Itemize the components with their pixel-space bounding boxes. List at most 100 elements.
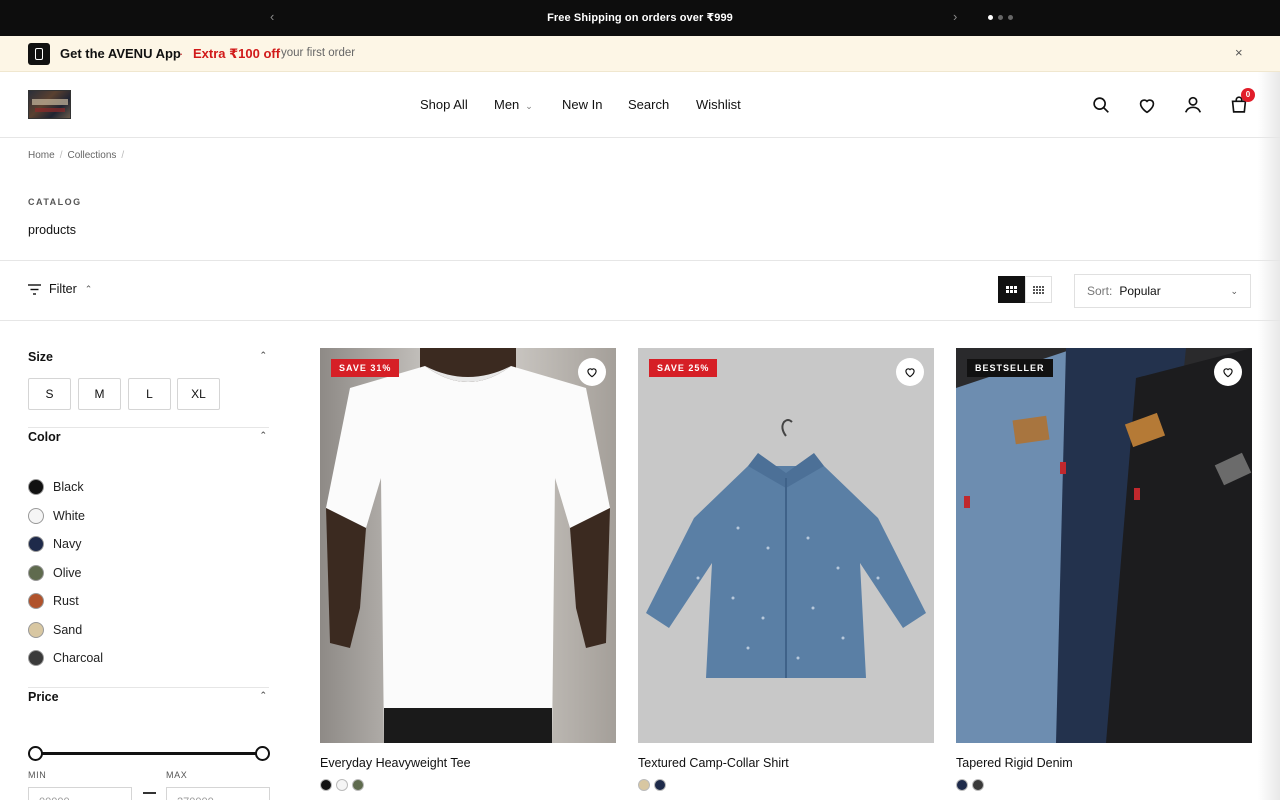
color-swatch	[28, 593, 44, 609]
price-max-handle[interactable]	[255, 746, 270, 761]
price-max-label: MAX	[166, 770, 188, 780]
grid-view-3-button[interactable]	[998, 276, 1025, 303]
color-option-black[interactable]: Black	[28, 478, 84, 496]
get-app-link[interactable]: Get the AVENU App	[60, 46, 181, 61]
app-promo-banner: Get the AVENU App · Extra ₹100 off your …	[0, 36, 1280, 72]
listing-toolbar: Filter ⌃ Sort: Popular ⌄	[0, 260, 1280, 321]
product-card[interactable]: SAVE 25% Textured Camp-Collar Shirt	[638, 348, 934, 791]
product-card[interactable]: BESTSELLER Tapered Rigid Denim	[956, 348, 1252, 791]
product-image-shirt[interactable]: SAVE 25%	[638, 348, 934, 743]
sort-label: Sort:	[1087, 284, 1113, 298]
color-chip[interactable]	[654, 779, 666, 791]
breadcrumb-separator: /	[59, 150, 63, 161]
color-option-charcoal[interactable]: Charcoal	[28, 649, 103, 667]
product-image-denim[interactable]: BESTSELLER	[956, 348, 1252, 743]
breadcrumb: Home / Collections /	[28, 150, 124, 161]
chevron-up-icon: ⌃	[84, 283, 93, 294]
search-icon[interactable]	[1090, 94, 1112, 116]
chevron-up-icon: ⌃	[259, 690, 267, 700]
color-chip[interactable]	[956, 779, 968, 791]
wishlist-heart-icon[interactable]	[1214, 358, 1242, 386]
color-option-white[interactable]: White	[28, 507, 85, 525]
color-option-rust[interactable]: Rust	[28, 592, 79, 610]
size-filter-header[interactable]: Size ⌃	[28, 350, 269, 364]
nav-men-label: Men	[494, 97, 520, 112]
color-swatch	[28, 621, 44, 638]
breadcrumb-home[interactable]: Home	[28, 150, 55, 161]
size-option-m[interactable]: M	[78, 378, 121, 410]
heart-icon[interactable]	[1136, 94, 1158, 116]
price-min-input[interactable]	[28, 787, 132, 800]
product-card[interactable]: SAVE 31% Everyday Heavyweight Tee	[320, 348, 616, 791]
first-order-text: your first order	[281, 47, 356, 59]
filter-toggle-button[interactable]: Filter ⌃	[28, 282, 92, 296]
size-option-s[interactable]: S	[28, 378, 71, 410]
breadcrumb-collections[interactable]: Collections	[67, 150, 116, 161]
grid-3-icon	[1006, 286, 1017, 293]
grid-view-4-button[interactable]	[1025, 276, 1052, 303]
color-chip[interactable]	[638, 779, 650, 791]
nav-men[interactable]: Men ⌄	[494, 97, 533, 112]
product-image-tee[interactable]: SAVE 31%	[320, 348, 616, 743]
color-option-label: Olive	[53, 565, 82, 580]
color-chips	[320, 779, 364, 791]
nav-new-in[interactable]: New In	[562, 97, 602, 112]
cart-icon[interactable]: 0	[1228, 88, 1255, 116]
price-filter-title: Price	[28, 690, 59, 704]
close-banner-button[interactable]: ×	[1235, 45, 1243, 60]
size-option-l[interactable]: L	[128, 378, 171, 410]
color-option-olive[interactable]: Olive	[28, 564, 81, 582]
product-name[interactable]: Textured Camp-Collar Shirt	[638, 756, 789, 770]
chevron-up-icon: ⌃	[259, 430, 267, 440]
color-chips	[638, 779, 666, 791]
nav-shop-all[interactable]: Shop All	[420, 97, 468, 112]
nav-wishlist[interactable]: Wishlist	[696, 97, 741, 112]
color-option-label: White	[53, 508, 85, 523]
grid-4-icon	[1033, 285, 1044, 294]
color-option-label: Sand	[53, 622, 83, 637]
color-chip[interactable]	[320, 779, 332, 791]
product-tag: SAVE 25%	[649, 359, 718, 377]
extra-discount-text: Extra ₹100 off	[193, 46, 281, 61]
banner-separator: ·	[179, 46, 184, 61]
announcement-text: Free Shipping on orders over ₹999	[547, 12, 733, 24]
color-swatch	[28, 564, 44, 581]
announcement-dot[interactable]	[998, 15, 1003, 20]
color-filter-header[interactable]: Color ⌃	[28, 430, 269, 444]
filter-divider	[28, 427, 269, 428]
sort-select[interactable]: Sort: Popular ⌄	[1074, 274, 1251, 308]
announcement-dot[interactable]	[988, 15, 993, 20]
wishlist-heart-icon[interactable]	[578, 358, 606, 386]
product-name[interactable]: Everyday Heavyweight Tee	[320, 756, 471, 770]
wishlist-heart-icon[interactable]	[896, 358, 924, 386]
account-icon[interactable]	[1182, 94, 1204, 116]
announcement-dots	[988, 15, 1013, 20]
brand-logo[interactable]	[28, 90, 71, 119]
color-option-navy[interactable]: Navy	[28, 535, 81, 553]
chevron-down-icon: ⌄	[525, 101, 533, 111]
color-option-label: Charcoal	[53, 651, 104, 665]
price-max-input[interactable]	[166, 787, 270, 800]
price-min-handle[interactable]	[28, 746, 43, 761]
chevron-up-icon: ⌃	[259, 350, 267, 360]
price-min-label: MIN	[28, 770, 47, 780]
product-tag: BESTSELLER	[967, 359, 1053, 377]
price-range-dash	[143, 792, 156, 794]
sort-value: Popular	[1119, 284, 1161, 298]
color-filter-title: Color	[28, 430, 61, 444]
color-chip[interactable]	[352, 779, 364, 791]
filter-divider	[28, 687, 269, 688]
announcement-next-button[interactable]: ›	[953, 9, 957, 24]
color-option-sand[interactable]: Sand	[28, 621, 82, 639]
cart-count-badge: 0	[1241, 88, 1255, 102]
price-range-track[interactable]	[36, 752, 263, 755]
announcement-dot[interactable]	[1008, 15, 1013, 20]
price-filter-header[interactable]: Price ⌃	[28, 690, 269, 704]
nav-search[interactable]: Search	[628, 97, 669, 112]
filter-label: Filter	[49, 282, 77, 296]
color-chip[interactable]	[336, 779, 348, 791]
color-chip[interactable]	[972, 779, 984, 791]
product-name[interactable]: Tapered Rigid Denim	[956, 756, 1073, 770]
size-option-xl[interactable]: XL	[177, 378, 220, 410]
color-option-label: Black	[53, 480, 84, 494]
